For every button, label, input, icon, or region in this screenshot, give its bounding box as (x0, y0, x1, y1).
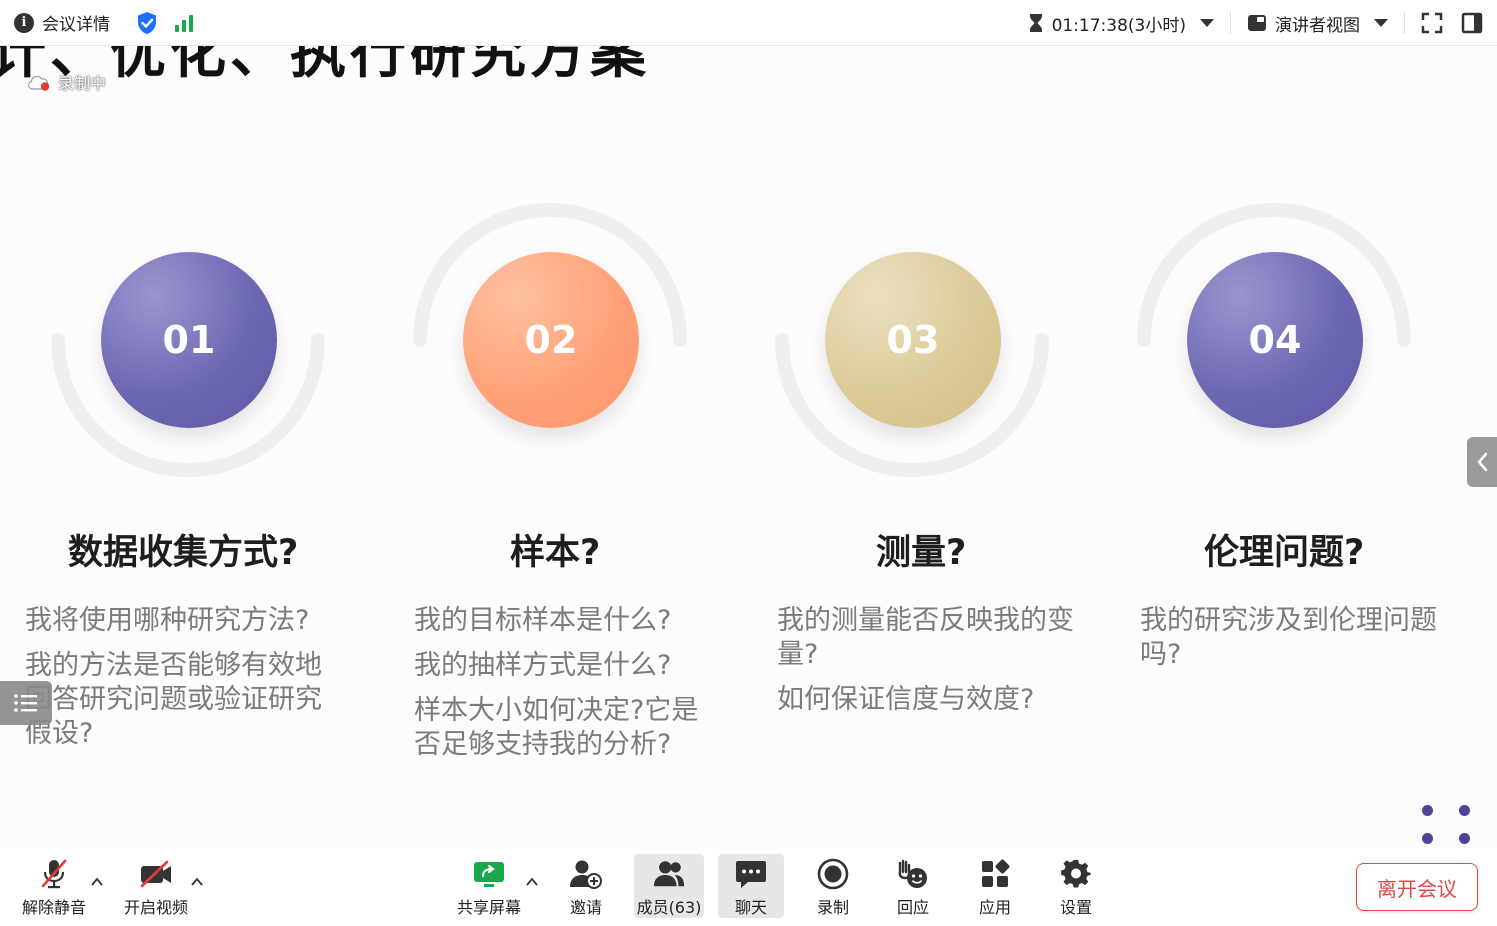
expand-panel-button[interactable] (1467, 437, 1497, 487)
step-questions: 我将使用哪种研究方法? 我的方法是否能够有效地回答研究问题或验证研究假设? (25, 604, 345, 762)
meeting-timer[interactable]: 01:17:38(3小时) (1028, 11, 1214, 36)
meeting-details-button[interactable]: i 会议详情 (14, 10, 110, 35)
chevron-up-icon[interactable] (91, 876, 103, 888)
apps-button[interactable]: 应用 (966, 854, 1024, 918)
step-questions: 我的测量能否反映我的变量? 如何保证信度与效度? (777, 604, 1077, 728)
raise-hand-emoji-icon (898, 859, 927, 888)
video-off-icon (140, 860, 171, 888)
invite-label: 邀请 (569, 898, 602, 917)
recording-indicator: 录制中 (26, 70, 106, 94)
leave-meeting-button[interactable]: 离开会议 (1356, 863, 1478, 911)
view-mode-dropdown[interactable]: 演讲者视图 (1247, 11, 1388, 36)
members-button[interactable]: 成员(63) (634, 854, 704, 918)
gear-icon (1061, 859, 1091, 888)
step-question: 样本大小如何决定?它是否足够支持我的分析? (414, 695, 699, 760)
meeting-top-bar: i 会议详情 01:17:38(3小时) 演讲者视图 (0, 0, 1497, 46)
step-question: 我的测量能否反映我的变量? (777, 605, 1074, 670)
more-dots-icon[interactable] (1416, 798, 1476, 848)
settings-button[interactable]: 设置 (1047, 854, 1105, 918)
divider (1404, 12, 1405, 34)
step-question: 我的研究涉及到伦理问题吗? (1140, 605, 1437, 670)
step-question: 我将使用哪种研究方法? (25, 605, 310, 636)
hourglass-icon (1029, 14, 1042, 32)
step-title: 数据收集方式? (68, 533, 299, 573)
slide-list-button[interactable] (0, 681, 52, 725)
reactions-button[interactable]: 回应 (884, 854, 942, 918)
settings-label: 设置 (1059, 898, 1092, 917)
share-screen-icon (474, 862, 504, 887)
network-signal-icon[interactable] (174, 14, 194, 32)
step-question: 我的抽样方式是什么? (414, 650, 672, 681)
recording-status: 录制中 (58, 74, 107, 93)
step-title: 测量? (876, 533, 967, 573)
timer-text: 01:17:38(3小时) (1051, 15, 1186, 36)
meeting-toolbar: 解除静音 开启视频 共享屏幕 邀请 成员(63) 聊天 录制 回应 应用 设置 … (0, 848, 1497, 926)
step-title: 样本? (510, 533, 601, 573)
step-number-circle: 01 (101, 252, 277, 428)
fullscreen-icon[interactable] (1421, 12, 1443, 34)
shared-slide: 计、优化、执行研究方案 录制中 01 数据收集方式? 我将使用哪种研究方法? 我… (0, 46, 1497, 848)
info-icon: i (14, 12, 34, 33)
start-video-button[interactable]: 开启视频 (116, 854, 196, 918)
record-button[interactable]: 录制 (804, 854, 862, 918)
chevron-up-icon[interactable] (526, 876, 538, 888)
reactions-label: 回应 (896, 898, 929, 917)
chat-label: 聊天 (734, 898, 767, 917)
chevron-up-icon[interactable] (191, 876, 203, 888)
view-mode-label: 演讲者视图 (1275, 15, 1360, 36)
step-questions: 我的目标样本是什么? 我的抽样方式是什么? 样本大小如何决定?它是否足够支持我的… (414, 604, 719, 773)
share-screen-label: 共享屏幕 (456, 898, 521, 917)
step-number-circle: 02 (463, 252, 639, 428)
unmute-label: 解除静音 (21, 898, 86, 917)
step-number-circle: 03 (825, 252, 1001, 428)
add-user-icon (570, 860, 602, 889)
record-icon (817, 858, 849, 890)
meeting-details-label: 会议详情 (42, 15, 110, 35)
cloud-recording-icon (28, 75, 50, 91)
record-label: 录制 (816, 898, 849, 917)
step-question: 我的目标样本是什么? (414, 605, 672, 636)
step-questions: 我的研究涉及到伦理问题吗? (1140, 604, 1440, 683)
chevron-left-icon (1477, 452, 1488, 472)
share-screen-button[interactable]: 共享屏幕 (450, 854, 528, 918)
apps-label: 应用 (978, 898, 1011, 917)
divider (1230, 12, 1231, 34)
start-video-label: 开启视频 (123, 898, 188, 917)
microphone-muted-icon (41, 859, 67, 889)
step-question: 我的方法是否能够有效地回答研究问题或验证研究假设? (25, 650, 322, 749)
step-title: 伦理问题? (1204, 533, 1365, 573)
sidebar-toggle-icon[interactable] (1461, 12, 1483, 34)
speaker-view-icon (1248, 15, 1266, 31)
step-question: 如何保证信度与效度? (777, 684, 1035, 715)
step-number-circle: 04 (1187, 252, 1363, 428)
chevron-down-icon (1374, 19, 1388, 27)
unmute-button[interactable]: 解除静音 (14, 854, 94, 918)
chat-icon (736, 861, 766, 888)
chat-button[interactable]: 聊天 (718, 854, 784, 918)
chevron-down-icon (1200, 19, 1214, 27)
members-icon (653, 861, 685, 887)
security-shield-icon[interactable] (136, 11, 158, 35)
members-label: 成员(63) (636, 898, 702, 917)
invite-button[interactable]: 邀请 (556, 854, 616, 918)
apps-grid-icon (982, 859, 1010, 887)
list-icon (14, 694, 37, 712)
